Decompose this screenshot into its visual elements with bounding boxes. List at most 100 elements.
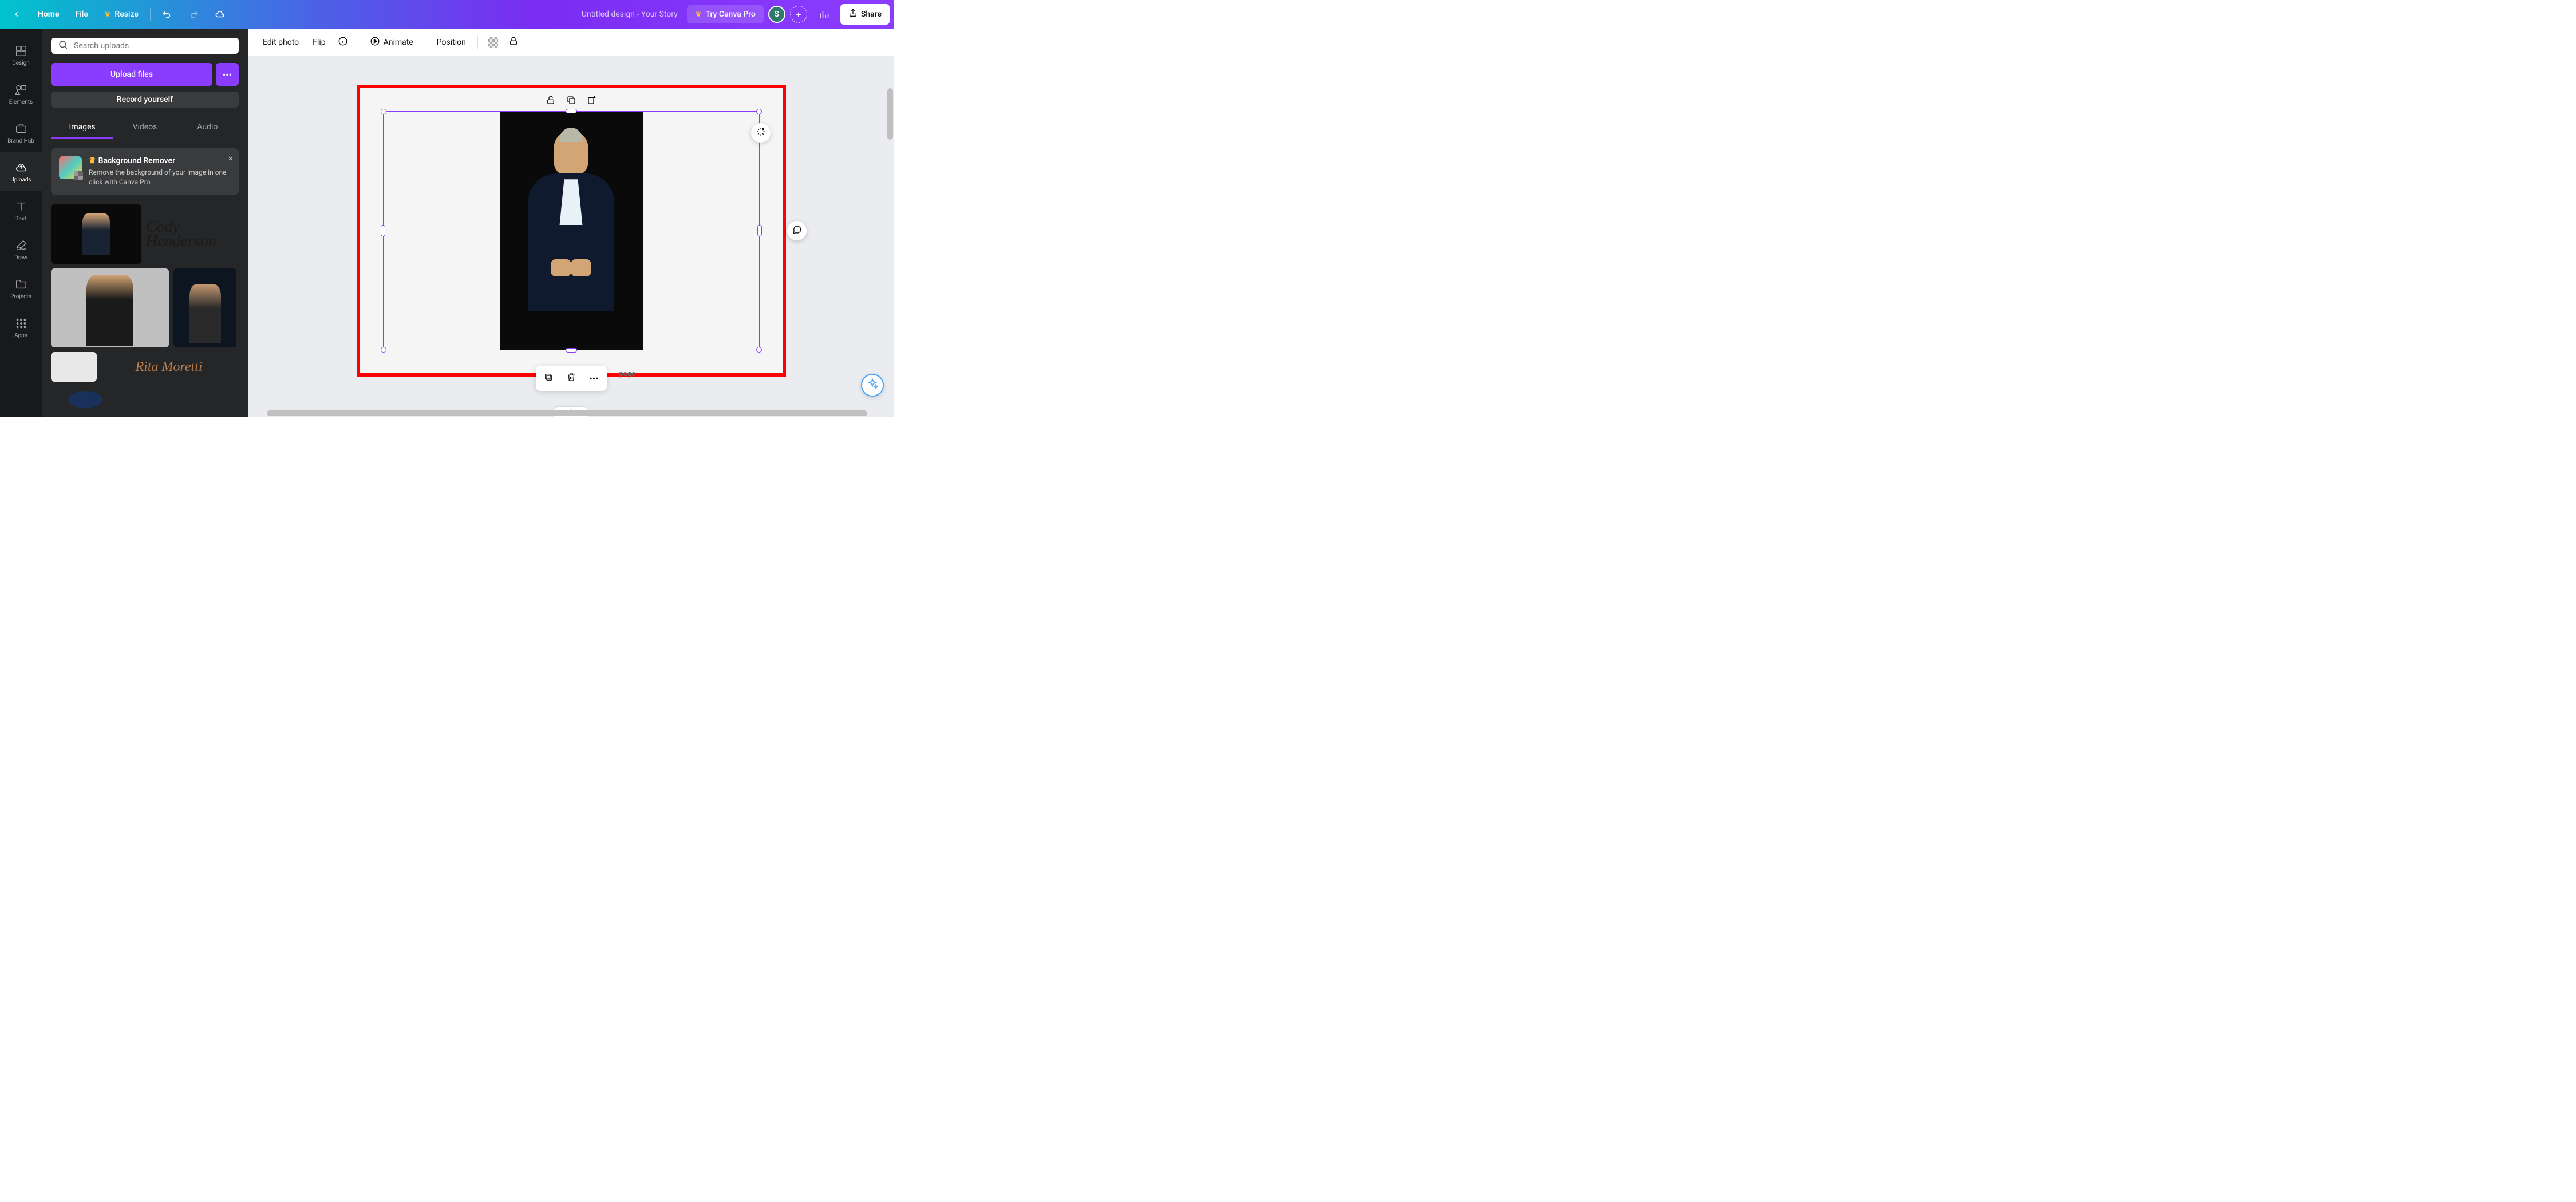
comment-button[interactable] (787, 221, 807, 240)
upload-thumb[interactable]: Rita Moretti (101, 352, 236, 382)
resize-handle-left[interactable] (381, 225, 385, 236)
search-input[interactable] (74, 41, 232, 50)
redo-button[interactable] (181, 6, 206, 23)
upload-thumb[interactable] (51, 352, 97, 382)
sparkle-icon (756, 126, 766, 139)
top-bar: Home File ♛ Resize Untitled design - You… (0, 0, 894, 29)
file-menu[interactable]: File (68, 6, 94, 22)
more-button[interactable]: ••• (584, 368, 605, 389)
record-yourself-button[interactable]: Record yourself (51, 92, 239, 108)
plus-icon: + (796, 9, 801, 20)
folder-icon (14, 278, 28, 291)
brand-icon (14, 122, 28, 136)
crown-icon: ♛ (89, 156, 96, 165)
upload-thumb[interactable] (173, 268, 236, 347)
upload-thumb[interactable]: Cody Henderson (146, 204, 236, 264)
upload-more-button[interactable]: ••• (216, 63, 239, 86)
document-title[interactable]: Untitled design - Your Story (582, 10, 678, 19)
invite-button[interactable]: + (790, 6, 807, 23)
tab-videos[interactable]: Videos (113, 117, 176, 139)
dots-icon: ••• (589, 373, 598, 384)
upload-files-button[interactable]: Upload files (51, 63, 212, 86)
upload-thumb[interactable] (51, 204, 141, 264)
resize-handle-bottom[interactable] (566, 348, 577, 353)
nav-design[interactable]: Design (0, 35, 42, 74)
nav-draw[interactable]: Draw (0, 230, 42, 269)
nav-projects[interactable]: Projects (0, 269, 42, 308)
horizontal-scrollbar[interactable] (248, 410, 886, 416)
undo-button[interactable] (155, 6, 179, 23)
upload-thumb[interactable] (68, 391, 102, 408)
lock-button[interactable] (504, 33, 523, 52)
delete-button[interactable] (561, 368, 582, 389)
uploads-panel: Upload files ••• Record yourself Images … (42, 29, 248, 417)
resize-handle-tr[interactable] (756, 109, 762, 114)
magic-fab[interactable] (861, 374, 884, 397)
back-button[interactable] (5, 6, 29, 23)
chevron-left-icon (11, 9, 22, 19)
resize-menu[interactable]: ♛ Resize (97, 6, 145, 22)
animate-icon (370, 36, 380, 49)
page-frame[interactable] (357, 85, 786, 377)
crown-icon: ♛ (104, 10, 112, 19)
tab-images[interactable]: Images (51, 117, 113, 139)
promo-thumbnail (59, 156, 82, 179)
animate-button[interactable]: Animate (364, 33, 419, 52)
sparkle-icon (867, 378, 878, 392)
comment-icon (792, 224, 802, 237)
canvas-viewport[interactable]: ••• page ⌃ (248, 56, 894, 417)
home-button[interactable]: Home (31, 6, 66, 22)
draw-icon (14, 239, 28, 252)
analytics-button[interactable] (812, 6, 836, 23)
uploads-grid: Cody Henderson Rita Moretti (51, 204, 239, 408)
position-button[interactable]: Position (431, 34, 472, 50)
duplicate-button[interactable] (538, 368, 559, 389)
nav-elements[interactable]: Elements (0, 74, 42, 113)
upload-thumb[interactable] (51, 268, 169, 347)
info-button[interactable] (334, 33, 352, 52)
ai-suggest-button[interactable] (751, 123, 771, 143)
cloud-sync-button[interactable] (208, 6, 232, 23)
trash-icon (566, 372, 576, 385)
close-icon: × (228, 153, 233, 164)
nav-brand-hub[interactable]: Brand Hub (0, 113, 42, 152)
try-pro-button[interactable]: ♛ Try Canva Pro (687, 5, 764, 23)
redo-icon (188, 9, 199, 19)
add-page-hint[interactable]: page (611, 365, 644, 383)
info-icon (338, 36, 348, 49)
promo-description: Remove the background of your image in o… (89, 168, 231, 187)
flip-button[interactable]: Flip (307, 34, 331, 50)
nav-rail: Design Elements Brand Hub Uploads Text D… (0, 29, 42, 417)
nav-text[interactable]: Text (0, 191, 42, 230)
resize-handle-tl[interactable] (381, 109, 386, 114)
page-unlock-button[interactable] (544, 94, 557, 106)
avatar[interactable]: S (768, 6, 785, 23)
resize-handle-br[interactable] (756, 347, 762, 353)
undo-icon (162, 9, 172, 19)
tab-audio[interactable]: Audio (176, 117, 239, 139)
transparency-button[interactable] (484, 33, 502, 52)
crown-icon: ♛ (695, 10, 702, 19)
selection-box[interactable] (383, 111, 760, 350)
share-label: Share (861, 10, 882, 19)
context-toolbar: Edit photo Flip Animate Position (248, 29, 894, 56)
promo-close-button[interactable]: × (228, 153, 233, 164)
page-controls (544, 94, 598, 106)
search-input-wrapper[interactable] (51, 38, 239, 54)
canvas-image[interactable] (500, 112, 643, 350)
page-duplicate-button[interactable] (565, 94, 578, 106)
page-add-button[interactable] (586, 94, 598, 106)
chart-icon (819, 9, 829, 19)
resize-handle-bl[interactable] (381, 347, 386, 353)
transparency-icon (488, 37, 498, 48)
edit-photo-button[interactable]: Edit photo (257, 34, 305, 50)
page-actions-toolbar: ••• (536, 366, 607, 391)
resize-handle-top[interactable] (566, 109, 577, 113)
nav-apps[interactable]: Apps (0, 308, 42, 347)
nav-uploads[interactable]: Uploads (0, 152, 42, 191)
design-icon (14, 44, 28, 58)
resize-handle-right[interactable] (757, 225, 762, 236)
search-icon (58, 39, 68, 52)
share-button[interactable]: Share (840, 4, 890, 25)
vertical-scrollbar[interactable] (887, 88, 893, 401)
